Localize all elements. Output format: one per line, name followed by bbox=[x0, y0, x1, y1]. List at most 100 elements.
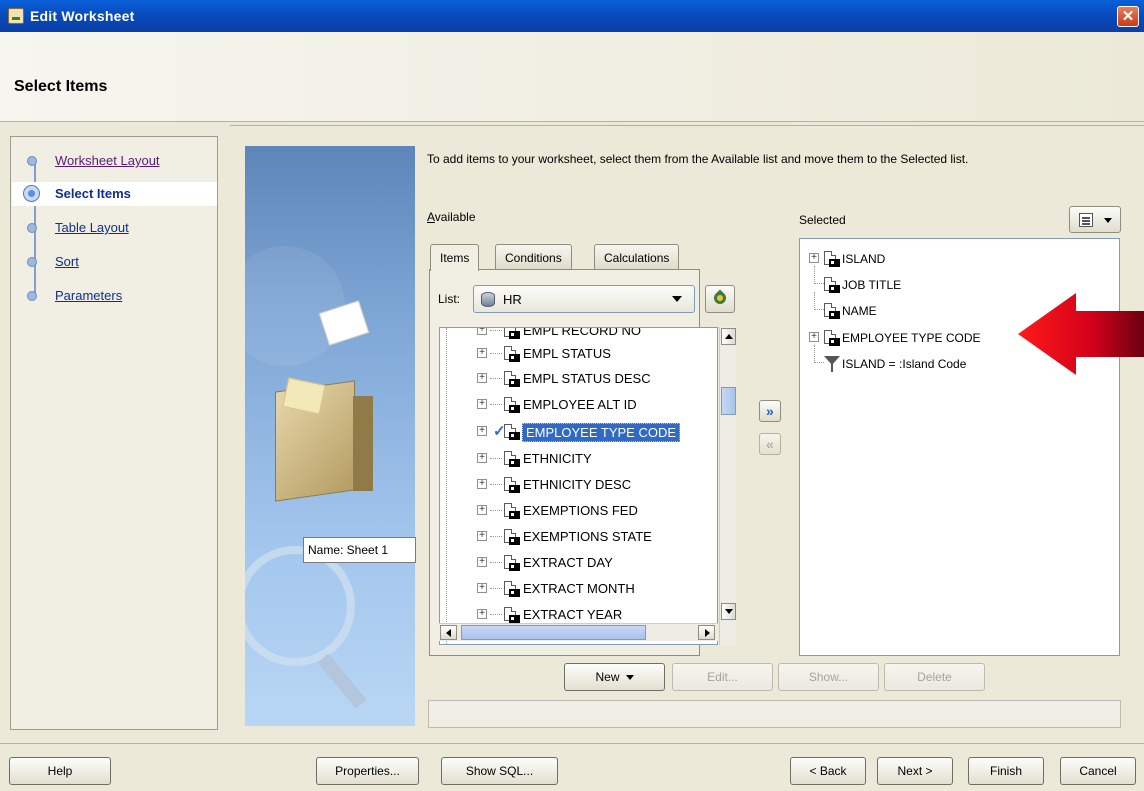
properties-button[interactable]: Properties... bbox=[316, 757, 419, 785]
folder-item-icon bbox=[504, 477, 520, 494]
available-items-tree[interactable]: + EMPL RECORD NO + EMPL STATUS + EMPL STATU… bbox=[439, 327, 718, 645]
show-sql-button[interactable]: Show SQL... bbox=[441, 757, 558, 785]
tree-item[interactable]: + EMPL RECORD NO bbox=[440, 327, 698, 342]
step-dot-icon bbox=[27, 156, 37, 166]
tree-item-label: EMPL RECORD NO bbox=[523, 327, 641, 338]
folder-item-icon bbox=[504, 529, 520, 546]
folder-item-icon bbox=[504, 503, 520, 520]
tree-item-selected[interactable]: + ✓ EMPLOYEE TYPE CODE bbox=[440, 421, 698, 443]
selected-item[interactable]: + ISLAND bbox=[800, 248, 1100, 270]
tree-item[interactable]: + EMPLOYEE ALT ID bbox=[440, 394, 698, 416]
tree-item[interactable]: + ETHNICITY DESC bbox=[440, 474, 698, 496]
wizard-steps-nav: Worksheet Layout Select Items Table Layo… bbox=[10, 136, 218, 730]
expand-icon[interactable]: + bbox=[809, 253, 819, 263]
tree-item[interactable]: + EXTRACT MONTH bbox=[440, 578, 698, 600]
item-description-field bbox=[428, 700, 1121, 728]
step-parameters[interactable]: Parameters bbox=[12, 284, 217, 308]
tree-item-label: ETHNICITY DESC bbox=[523, 477, 632, 492]
horizontal-scrollbar[interactable] bbox=[439, 623, 718, 641]
help-button[interactable]: Help bbox=[9, 757, 111, 785]
tree-item[interactable]: + EMPL STATUS bbox=[440, 343, 698, 365]
available-label: Available bbox=[427, 210, 476, 224]
step-table-layout[interactable]: Table Layout bbox=[12, 216, 217, 240]
step-current-icon bbox=[23, 185, 40, 202]
tree-item-label: EXTRACT YEAR bbox=[523, 607, 623, 622]
delete-button[interactable]: Delete bbox=[884, 663, 985, 691]
wizard-illustration bbox=[245, 146, 415, 726]
folder-item-icon bbox=[504, 607, 520, 624]
list-select[interactable]: HR bbox=[473, 285, 695, 313]
step-label: Table Layout bbox=[55, 220, 129, 235]
tree-item-label: EXTRACT MONTH bbox=[523, 581, 635, 596]
cancel-button[interactable]: Cancel bbox=[1060, 757, 1136, 785]
finish-button[interactable]: Finish bbox=[968, 757, 1044, 785]
selected-item-label: NAME bbox=[842, 304, 877, 318]
step-label: Select Items bbox=[55, 186, 131, 201]
step-worksheet-layout[interactable]: Worksheet Layout bbox=[12, 149, 217, 173]
expand-icon[interactable]: + bbox=[477, 557, 487, 567]
expand-icon[interactable]: + bbox=[477, 609, 487, 619]
tree-item[interactable]: + EXTRACT DAY bbox=[440, 552, 698, 574]
new-button[interactable]: New bbox=[564, 663, 665, 691]
tree-item[interactable]: + EXEMPTIONS FED bbox=[440, 500, 698, 522]
move-to-available-button[interactable]: « bbox=[759, 433, 781, 455]
selected-item-label: EMPLOYEE TYPE CODE bbox=[842, 331, 981, 345]
expand-icon[interactable]: + bbox=[477, 348, 487, 358]
move-to-selected-button[interactable]: » bbox=[759, 400, 781, 422]
step-label: Parameters bbox=[55, 288, 123, 303]
expand-icon[interactable]: + bbox=[477, 453, 487, 463]
selected-label: Selected bbox=[799, 213, 846, 227]
scroll-thumb[interactable] bbox=[461, 625, 646, 640]
tree-connector bbox=[814, 292, 824, 310]
window-title: Edit Worksheet bbox=[30, 8, 135, 24]
step-dot-icon bbox=[27, 291, 37, 301]
expand-icon[interactable]: + bbox=[477, 531, 487, 541]
tree-item-label: EXEMPTIONS FED bbox=[523, 503, 638, 518]
tab-calculations[interactable]: Calculations bbox=[594, 244, 680, 270]
selected-item-label: ISLAND bbox=[842, 252, 886, 266]
scroll-right-icon[interactable] bbox=[698, 625, 715, 640]
folder-item-icon bbox=[504, 581, 520, 598]
tree-item[interactable]: + EMPL STATUS DESC bbox=[440, 368, 698, 390]
tree-connector bbox=[814, 345, 824, 363]
folder-item-icon bbox=[504, 555, 520, 572]
step-sort[interactable]: Sort bbox=[12, 250, 217, 274]
back-button[interactable]: < Back bbox=[790, 757, 866, 785]
expand-icon[interactable]: + bbox=[477, 426, 487, 436]
tab-conditions[interactable]: Conditions bbox=[495, 244, 572, 270]
scroll-up-icon[interactable] bbox=[721, 328, 736, 345]
close-button[interactable]: ✕ bbox=[1117, 6, 1139, 27]
filter-list-button[interactable] bbox=[705, 285, 735, 313]
list-dropdown[interactable]: HR bbox=[473, 285, 698, 313]
tree-item[interactable]: + ETHNICITY bbox=[440, 448, 698, 470]
tree-item-label: EXEMPTIONS STATE bbox=[523, 529, 652, 544]
edit-button[interactable]: Edit... bbox=[672, 663, 773, 691]
expand-icon[interactable]: + bbox=[477, 373, 487, 383]
tree-item-label: EMPL STATUS DESC bbox=[523, 371, 651, 386]
tab-items[interactable]: Items bbox=[430, 244, 480, 271]
expand-icon[interactable]: + bbox=[477, 505, 487, 515]
expand-icon[interactable]: + bbox=[809, 332, 819, 342]
list-value: HR bbox=[503, 292, 522, 307]
step-select-items[interactable]: Select Items bbox=[12, 182, 217, 206]
vertical-scrollbar[interactable] bbox=[719, 327, 736, 645]
wizard-header: Select Items bbox=[0, 32, 1144, 122]
tree-item[interactable]: + EXEMPTIONS STATE bbox=[440, 526, 698, 548]
tree-item-label: ETHNICITY bbox=[523, 451, 592, 466]
expand-icon[interactable]: + bbox=[477, 479, 487, 489]
next-button[interactable]: Next > bbox=[877, 757, 953, 785]
selected-options-button[interactable] bbox=[1069, 206, 1121, 233]
scroll-thumb[interactable] bbox=[721, 387, 736, 415]
expand-icon[interactable]: + bbox=[477, 399, 487, 409]
tree-connector bbox=[814, 266, 824, 284]
list-label: List: bbox=[438, 292, 461, 306]
magnifier-icon bbox=[245, 546, 355, 666]
expand-icon[interactable]: + bbox=[477, 583, 487, 593]
scroll-down-icon[interactable] bbox=[721, 603, 736, 620]
show-button[interactable]: Show... bbox=[778, 663, 879, 691]
step-dot-icon bbox=[27, 223, 37, 233]
expand-icon[interactable]: + bbox=[477, 328, 487, 335]
scroll-left-icon[interactable] bbox=[440, 625, 457, 640]
instruction-text: To add items to your worksheet, select t… bbox=[427, 152, 969, 166]
database-icon bbox=[481, 292, 495, 307]
